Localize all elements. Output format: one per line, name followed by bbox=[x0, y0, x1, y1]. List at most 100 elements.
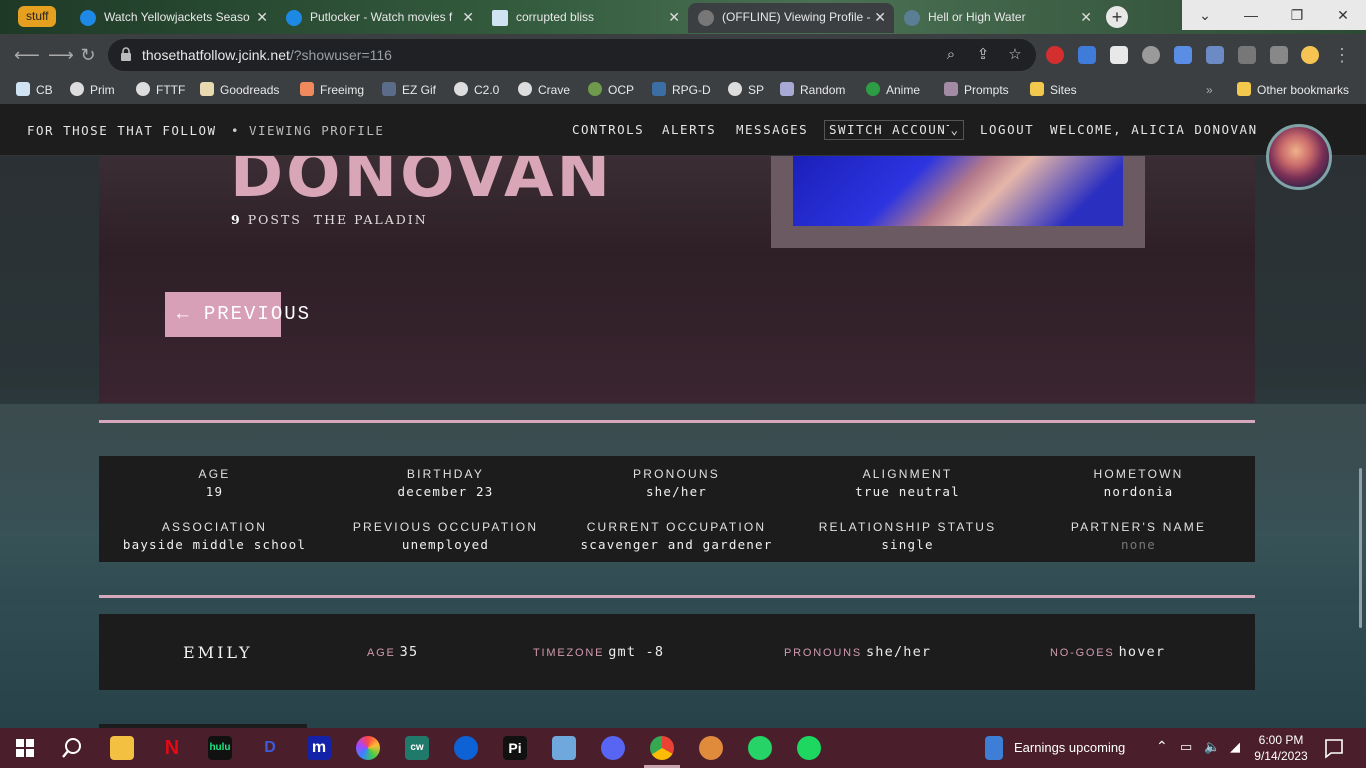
browser-tab[interactable]: Hell or High Water ✕ bbox=[894, 3, 1100, 33]
globe-icon bbox=[136, 82, 150, 96]
stock-news-icon[interactable] bbox=[985, 736, 1003, 760]
address-bar[interactable]: thosethatfollow.jcink.net/?showuser=116 … bbox=[108, 39, 1036, 71]
switch-account-select[interactable]: SWITCH ACCOUNT ⌄ bbox=[824, 120, 964, 140]
bookmark-item[interactable]: Crave bbox=[518, 81, 570, 99]
nav-logout-link[interactable]: LOGOUT bbox=[980, 122, 1034, 137]
bookmark-item[interactable]: Anime bbox=[866, 81, 920, 99]
bookmarks-overflow-icon[interactable]: » bbox=[1206, 81, 1213, 99]
image-viewer-icon[interactable] bbox=[552, 736, 576, 760]
globe-icon bbox=[698, 9, 714, 26]
close-tab-icon[interactable]: ✕ bbox=[256, 3, 268, 31]
notifications-icon[interactable] bbox=[1322, 736, 1346, 760]
close-tab-icon[interactable]: ✕ bbox=[874, 3, 886, 31]
page-scrollbar[interactable] bbox=[1359, 468, 1362, 628]
bookmark-item[interactable]: CB bbox=[16, 81, 53, 99]
extension-icon[interactable] bbox=[1110, 46, 1128, 64]
bookmark-folder[interactable]: Sites bbox=[1030, 81, 1077, 99]
globe-icon bbox=[70, 82, 84, 96]
file-explorer-icon[interactable] bbox=[110, 736, 134, 760]
random-icon bbox=[780, 82, 794, 96]
share-icon[interactable]: ⇪ bbox=[974, 46, 992, 64]
bookmark-item[interactable]: Prim bbox=[70, 81, 115, 99]
browser-tab[interactable]: corrupted bliss ✕ bbox=[482, 3, 688, 33]
field-pronouns: PRONOUNS she/her bbox=[633, 467, 720, 499]
back-arrow-icon[interactable]: ⟵ bbox=[14, 43, 40, 67]
tab-group-label[interactable]: stuff bbox=[18, 6, 57, 27]
netflix-icon[interactable]: N bbox=[160, 736, 184, 760]
bookmark-item[interactable]: OCP bbox=[588, 81, 634, 99]
player-name: EMILY bbox=[183, 643, 253, 662]
bookmark-item[interactable]: Random bbox=[780, 81, 845, 99]
close-tab-icon[interactable]: ✕ bbox=[668, 3, 680, 31]
new-tab-button[interactable]: + bbox=[1106, 6, 1128, 28]
extension-icon[interactable] bbox=[1142, 46, 1160, 64]
hulu-icon[interactable]: hulu bbox=[208, 736, 232, 760]
side-panel-icon[interactable] bbox=[1270, 46, 1288, 64]
other-bookmarks-folder[interactable]: Other bookmarks bbox=[1237, 81, 1349, 99]
close-tab-icon[interactable]: ✕ bbox=[1080, 3, 1092, 31]
clock-time: 6:00 PM bbox=[1258, 733, 1304, 747]
bookmark-item[interactable]: RPG-D bbox=[652, 81, 711, 99]
search-icon[interactable] bbox=[60, 736, 84, 760]
bookmark-item[interactable]: Freeimg bbox=[300, 81, 364, 99]
user-avatar[interactable] bbox=[1266, 124, 1332, 190]
close-tab-icon[interactable]: ✕ bbox=[462, 3, 474, 31]
volume-icon[interactable]: 🔈 bbox=[1204, 739, 1220, 755]
bookmark-item[interactable]: C2.0 bbox=[454, 81, 499, 99]
photos-icon[interactable] bbox=[356, 736, 380, 760]
browser-tab-active[interactable]: (OFFLINE) Viewing Profile - ✕ bbox=[688, 3, 894, 33]
bookmark-star-icon[interactable]: ☆ bbox=[1006, 46, 1024, 64]
tab-title: Putlocker - Watch movies f bbox=[310, 10, 453, 24]
profile-emoji-icon[interactable] bbox=[1301, 46, 1319, 64]
bookmark-item[interactable]: Goodreads bbox=[200, 81, 279, 99]
extension-icon[interactable] bbox=[1174, 46, 1192, 64]
paramount-icon[interactable] bbox=[454, 736, 478, 760]
restore-button[interactable]: ❐ bbox=[1274, 0, 1320, 30]
spotify-icon[interactable] bbox=[797, 736, 821, 760]
welcome-text: WELCOME, ALICIA DONOVAN bbox=[1050, 122, 1258, 137]
system-clock[interactable]: 6:00 PM 9/14/2023 bbox=[1252, 732, 1310, 764]
tab-search-chevron-icon[interactable]: ⌄ bbox=[1182, 0, 1228, 30]
menu-kebab-icon[interactable]: ⋮ bbox=[1330, 43, 1354, 67]
start-icon[interactable] bbox=[13, 736, 37, 760]
tray-chevron-up-icon[interactable]: ⌃ bbox=[1156, 738, 1168, 755]
adblock-extension-icon[interactable] bbox=[1046, 46, 1064, 64]
tab-title: corrupted bliss bbox=[516, 10, 595, 24]
field-partners-name: PARTNER'S NAME none bbox=[1070, 520, 1207, 552]
profile-meta: 9 POSTS THE PALADIN bbox=[231, 212, 428, 227]
max-icon[interactable]: m bbox=[307, 736, 331, 760]
previous-button[interactable]: ← PREVIOUS bbox=[165, 292, 309, 337]
zoom-icon[interactable]: ⌕ bbox=[942, 46, 960, 64]
chrome-icon[interactable] bbox=[650, 736, 674, 760]
battery-icon[interactable]: ▭ bbox=[1180, 739, 1192, 755]
bookmark-item[interactable]: SP bbox=[728, 81, 764, 99]
profile-photo-frame bbox=[771, 148, 1145, 248]
puzzle-icon[interactable] bbox=[1238, 46, 1256, 64]
site-brand-link[interactable]: FOR THOSE THAT FOLLOW bbox=[27, 123, 217, 138]
reload-icon[interactable]: ↻ bbox=[76, 43, 100, 67]
bookmark-item[interactable]: EZ Gif bbox=[382, 81, 436, 99]
field-previous-occupation: PREVIOUS OCCUPATION unemployed bbox=[352, 520, 539, 552]
bookmark-item[interactable]: FTTF bbox=[136, 81, 185, 99]
game-icon[interactable] bbox=[699, 736, 723, 760]
pi-icon[interactable]: Pi bbox=[503, 736, 527, 760]
disney-plus-icon[interactable]: D bbox=[258, 736, 282, 760]
extension-icon[interactable] bbox=[1206, 46, 1224, 64]
field-association: ASSOCIATION bayside middle school bbox=[122, 520, 307, 552]
bookmark-item[interactable]: Prompts bbox=[944, 81, 1009, 99]
forward-arrow-icon[interactable]: ⟶ bbox=[48, 43, 74, 67]
widget-text[interactable]: Earnings upcoming bbox=[1014, 740, 1125, 755]
browser-tab[interactable]: Putlocker - Watch movies f ✕ bbox=[276, 3, 482, 33]
wifi-icon[interactable]: ◢ bbox=[1230, 739, 1240, 755]
close-window-button[interactable]: ✕ bbox=[1320, 0, 1366, 30]
cw-icon[interactable]: cw bbox=[405, 736, 429, 760]
nav-messages-link[interactable]: MESSAGES bbox=[736, 122, 808, 137]
discord-icon[interactable] bbox=[601, 736, 625, 760]
nav-controls-link[interactable]: CONTROLS bbox=[572, 122, 644, 137]
minimize-button[interactable]: — bbox=[1228, 0, 1274, 30]
extension-icon[interactable] bbox=[1078, 46, 1096, 64]
browser-tab-bar: stuff Watch Yellowjackets Seaso ✕ Putloc… bbox=[0, 0, 1366, 34]
browser-tab[interactable]: Watch Yellowjackets Seaso ✕ bbox=[70, 3, 276, 33]
whatsapp-icon[interactable] bbox=[748, 736, 772, 760]
nav-alerts-link[interactable]: ALERTS bbox=[662, 122, 716, 137]
